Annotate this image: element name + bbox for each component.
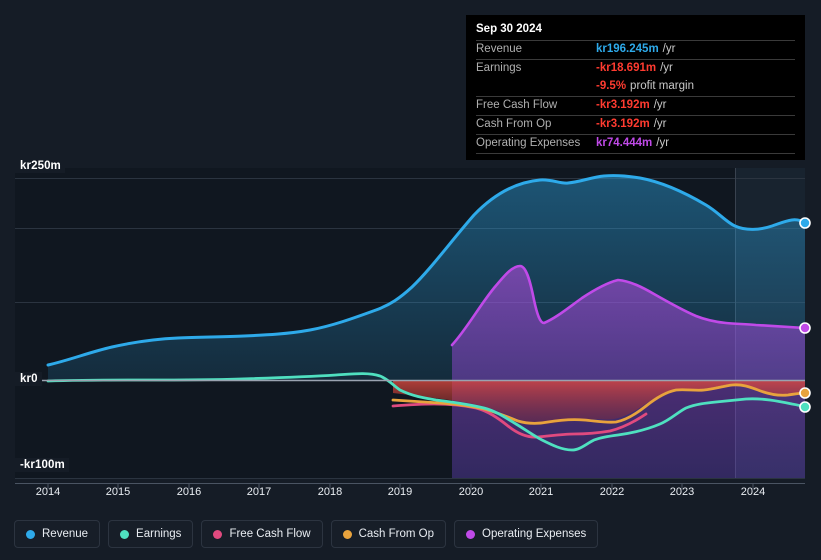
legend-label: Earnings (136, 528, 182, 540)
tooltip-row-operating-expenses: Operating Expenses kr74.444m /yr (476, 134, 795, 153)
tooltip-label: Revenue (476, 43, 523, 55)
tooltip-label: Operating Expenses (476, 137, 581, 149)
xaxis-tick-label: 2016 (176, 486, 202, 498)
legend-color-dot-icon (26, 529, 35, 539)
tooltip-value: kr74.444m (596, 137, 653, 149)
legend-item-earnings[interactable]: Earnings (108, 520, 194, 548)
tooltip-suffix: profit margin (630, 80, 694, 92)
xaxis-tick-label: 2022 (599, 486, 625, 498)
earnings-endpoint-marker (799, 401, 811, 413)
xaxis-tick-label: 2021 (528, 486, 554, 498)
legend-item-operating-expenses[interactable]: Operating Expenses (454, 520, 599, 548)
xaxis-labels: 2014 2015 2016 2017 2018 2019 2020 2021 … (0, 486, 821, 504)
tooltip-row-profit-margin: -9.5% profit margin (476, 78, 795, 96)
xaxis-tick-label: 2019 (387, 486, 413, 498)
legend-color-dot-icon (342, 529, 352, 539)
operating-expenses-endpoint-marker (799, 322, 811, 334)
legend-item-cash-from-op[interactable]: Cash From Op (330, 520, 447, 548)
tooltip-value: kr196.245m (596, 43, 659, 55)
legend-item-free-cash-flow[interactable]: Free Cash Flow (201, 520, 323, 548)
tooltip-value: -kr18.691m (596, 62, 657, 74)
xaxis-tick-label: 2015 (105, 486, 131, 498)
legend-color-dot-icon (120, 529, 130, 539)
legend-color-dot-icon (213, 529, 223, 539)
tooltip-value: -kr3.192m (596, 118, 650, 130)
revenue-endpoint-marker (799, 217, 811, 229)
legend-label: Operating Expenses (482, 528, 587, 540)
tooltip-row-cash-from-op: Cash From Op -kr3.192m /yr (476, 115, 795, 134)
xaxis-tick-label: 2014 (35, 486, 61, 498)
xaxis-tick-label: 2018 (317, 486, 343, 498)
legend-item-revenue[interactable]: Revenue (14, 520, 101, 548)
tooltip-label: Cash From Op (476, 118, 552, 130)
yaxis-label-bottom: -kr100m (14, 458, 69, 472)
cash-from-op-endpoint-marker (799, 387, 811, 399)
tooltip-date-title: Sep 30 2024 (476, 23, 542, 35)
legend-label: Cash From Op (358, 528, 435, 540)
tooltip-value: -kr3.192m (596, 99, 650, 111)
xaxis-tick-label: 2024 (740, 486, 766, 498)
tooltip-row-free-cash-flow: Free Cash Flow -kr3.192m /yr (476, 96, 795, 115)
yaxis-label-top: kr250m (14, 159, 65, 173)
financial-chart-widget: kr250m kr0 -kr100m 2014 2015 2016 2017 2… (0, 0, 821, 560)
tooltip-suffix: /yr (660, 62, 673, 74)
xaxis-tick-label: 2017 (246, 486, 272, 498)
yaxis-label-zero: kr0 (14, 372, 42, 386)
tooltip-label: Free Cash Flow (476, 99, 558, 111)
tooltip-suffix: /yr (656, 137, 670, 149)
tooltip-suffix: /yr (662, 43, 676, 55)
tooltip-suffix: /yr (653, 118, 667, 130)
legend-label: Free Cash Flow (229, 528, 311, 540)
tooltip-row-earnings: Earnings -kr18.691m /yr (476, 59, 795, 78)
tooltip-label: Earnings (476, 62, 522, 74)
xaxis-tick-label: 2023 (669, 486, 695, 498)
tooltip-bottom-divider (476, 153, 795, 154)
tooltip-suffix: /yr (653, 99, 667, 111)
tooltip-value: -9.5% (596, 80, 627, 92)
tooltip-row-revenue: Revenue kr196.245m /yr (476, 40, 795, 59)
legend-color-dot-icon (466, 529, 476, 539)
chart-tooltip: Sep 30 2024 Revenue kr196.245m /yr Earni… (466, 15, 805, 160)
chart-legend: Revenue Earnings Free Cash Flow Cash Fro… (0, 508, 821, 560)
legend-label: Revenue (42, 528, 89, 540)
xaxis-tick-label: 2020 (458, 486, 484, 498)
